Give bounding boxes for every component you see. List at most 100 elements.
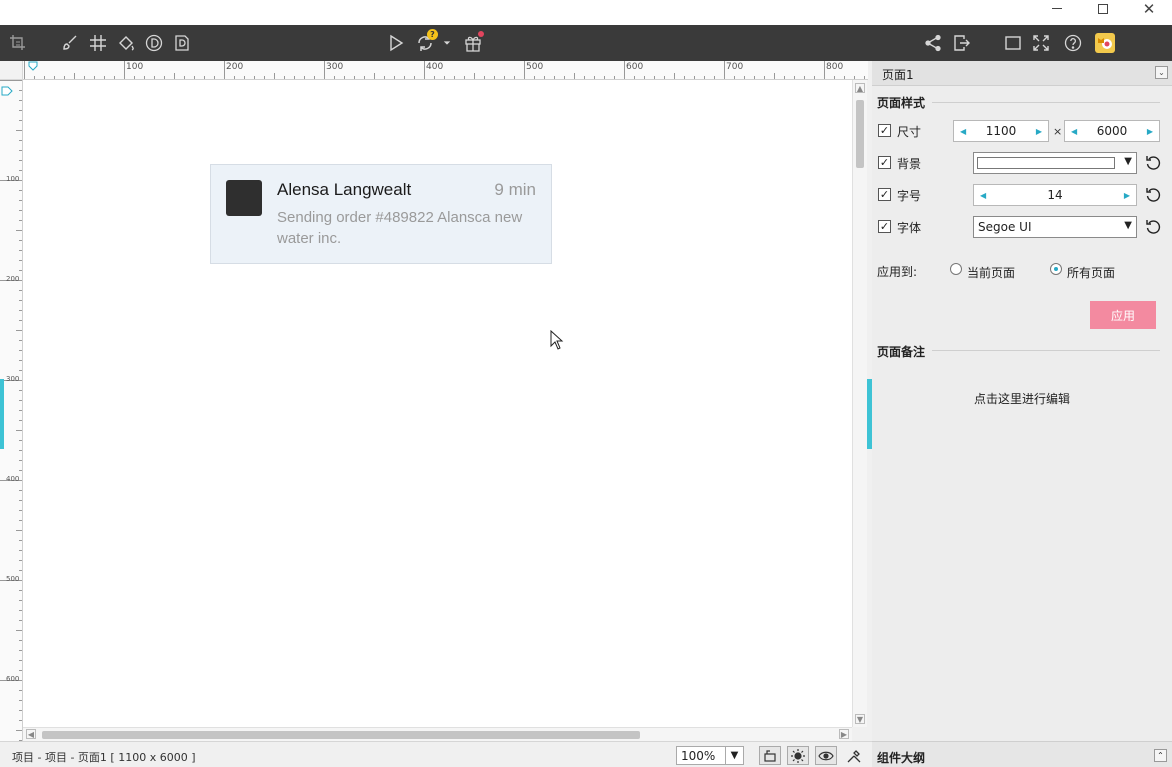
dropdown-arrow-icon[interactable]: ▼ [1124, 156, 1132, 167]
minimize-button[interactable] [1034, 0, 1080, 25]
tools-icon[interactable] [843, 746, 865, 765]
ruler-tick [16, 330, 22, 331]
message-text: Sending order #489822 Alansca new water … [277, 209, 523, 247]
ruler-label: 600 [6, 675, 20, 683]
dropdown-arrow-icon[interactable]: ▼ [725, 747, 743, 764]
font-size-checkbox[interactable]: ✓ [878, 188, 891, 201]
divider [932, 102, 1160, 103]
export-icon[interactable] [949, 31, 973, 55]
help-badge: ? [427, 29, 438, 40]
font-family-select[interactable]: Segoe UI ▼ [973, 216, 1137, 238]
apply-button[interactable]: 应用 [1090, 301, 1156, 329]
size-times: × [1053, 125, 1063, 138]
fit-icon[interactable] [759, 746, 781, 765]
ruler-tick [0, 80, 22, 81]
background-color-select[interactable]: ▼ [973, 152, 1137, 174]
d-circle-icon[interactable] [142, 31, 166, 55]
ruler-tick [16, 530, 22, 531]
scroll-up-icon[interactable]: ▲ [855, 83, 865, 93]
ruler-marker-icon[interactable] [28, 61, 38, 71]
horizontal-scrollbar[interactable]: ◀ ▶ [23, 727, 852, 741]
ruler-label: 400 [6, 475, 20, 483]
notification-dot [478, 31, 484, 37]
decrement-icon[interactable]: ◀ [960, 127, 966, 136]
design-canvas[interactable]: Alensa Langwealt 9 min Sending order #48… [23, 80, 852, 727]
brush-icon[interactable] [58, 31, 82, 55]
avatar-icon[interactable] [1095, 33, 1115, 53]
height-value[interactable]: 6000 [1097, 124, 1128, 138]
zoom-value[interactable]: 100% [681, 749, 715, 763]
minimize-icon [1052, 8, 1062, 9]
width-value[interactable]: 1100 [986, 124, 1017, 138]
scroll-left-icon[interactable]: ◀ [26, 729, 36, 739]
help-icon[interactable] [1061, 31, 1085, 55]
sun-icon[interactable] [787, 746, 809, 765]
sync-dropdown-icon[interactable] [440, 31, 454, 55]
ruler-label: 200 [226, 62, 244, 72]
ruler-tick [774, 73, 775, 79]
left-panel-toggle[interactable] [0, 379, 4, 449]
eye-icon[interactable] [815, 746, 837, 765]
apply-current-label[interactable]: 当前页面 [967, 264, 1015, 281]
increment-icon[interactable]: ▶ [1036, 127, 1042, 136]
ruler-tick [324, 61, 325, 79]
reset-icon[interactable] [1145, 219, 1161, 235]
share-icon[interactable] [921, 31, 945, 55]
vertical-scrollbar[interactable]: ▲ ▼ [852, 80, 867, 727]
fullscreen-icon[interactable] [1029, 31, 1053, 55]
decrement-icon[interactable]: ◀ [980, 191, 986, 200]
height-stepper[interactable]: ◀ 6000 ▶ [1064, 120, 1160, 142]
ruler-label: 100 [126, 62, 144, 72]
horizontal-scroll-thumb[interactable] [42, 731, 640, 739]
gift-icon[interactable] [461, 31, 485, 55]
vertical-scroll-thumb[interactable] [856, 100, 864, 168]
avatar [226, 180, 262, 216]
decrement-icon[interactable]: ◀ [1071, 127, 1077, 136]
play-icon[interactable] [384, 31, 408, 55]
ruler-marker-icon[interactable] [1, 86, 13, 96]
crop-icon[interactable] [6, 31, 30, 55]
notification-card[interactable]: Alensa Langwealt 9 min Sending order #48… [210, 164, 552, 264]
font-size-stepper[interactable]: ◀ 14 ▶ [973, 184, 1137, 206]
ruler-tick [724, 61, 725, 79]
ruler-tick [424, 61, 425, 79]
notes-edit-area[interactable]: 点击这里进行编辑 [872, 390, 1172, 407]
mouse-cursor-icon [550, 330, 564, 350]
color-swatch [977, 157, 1115, 169]
apply-all-label[interactable]: 所有页面 [1067, 264, 1115, 281]
dropdown-arrow-icon[interactable]: ▼ [1124, 220, 1132, 231]
sender-name: Alensa Langwealt [277, 180, 412, 199]
ruler-tick [674, 73, 675, 79]
sync-icon[interactable]: ? [413, 29, 438, 55]
frame-icon[interactable] [1001, 31, 1025, 55]
ruler-tick [624, 61, 625, 79]
increment-icon[interactable]: ▶ [1124, 191, 1130, 200]
collapse-down-icon[interactable]: ⌄ [1155, 66, 1168, 79]
ruler-tick [16, 130, 22, 131]
ruler-label: 700 [726, 62, 744, 72]
scroll-down-icon[interactable]: ▼ [855, 714, 865, 724]
close-button[interactable]: ✕ [1126, 0, 1172, 25]
font-checkbox[interactable]: ✓ [878, 220, 891, 233]
grid-icon[interactable] [86, 31, 110, 55]
reset-icon[interactable] [1145, 187, 1161, 203]
ruler-tick [124, 61, 125, 79]
radio-current-page[interactable] [950, 263, 962, 275]
d-page-icon[interactable] [170, 31, 194, 55]
increment-icon[interactable]: ▶ [1147, 127, 1153, 136]
radio-all-pages[interactable] [1050, 263, 1062, 275]
ruler-tick [274, 73, 275, 79]
width-stepper[interactable]: ◀ 1100 ▶ [953, 120, 1049, 142]
font-size-value[interactable]: 14 [1047, 188, 1062, 202]
background-checkbox[interactable]: ✓ [878, 156, 891, 169]
main-toolbar: ? [0, 25, 1172, 61]
outline-title: 组件大纲 [877, 751, 926, 765]
expand-up-icon[interactable]: ⌃ [1154, 749, 1167, 762]
maximize-button[interactable] [1080, 0, 1126, 25]
component-outline-bar[interactable]: 组件大纲 ⌃ [872, 741, 1172, 767]
size-checkbox[interactable]: ✓ [878, 124, 891, 137]
zoom-select[interactable]: 100% ▼ [676, 746, 744, 765]
scroll-right-icon[interactable]: ▶ [839, 729, 849, 739]
reset-icon[interactable] [1145, 155, 1161, 171]
fill-icon[interactable] [114, 31, 138, 55]
